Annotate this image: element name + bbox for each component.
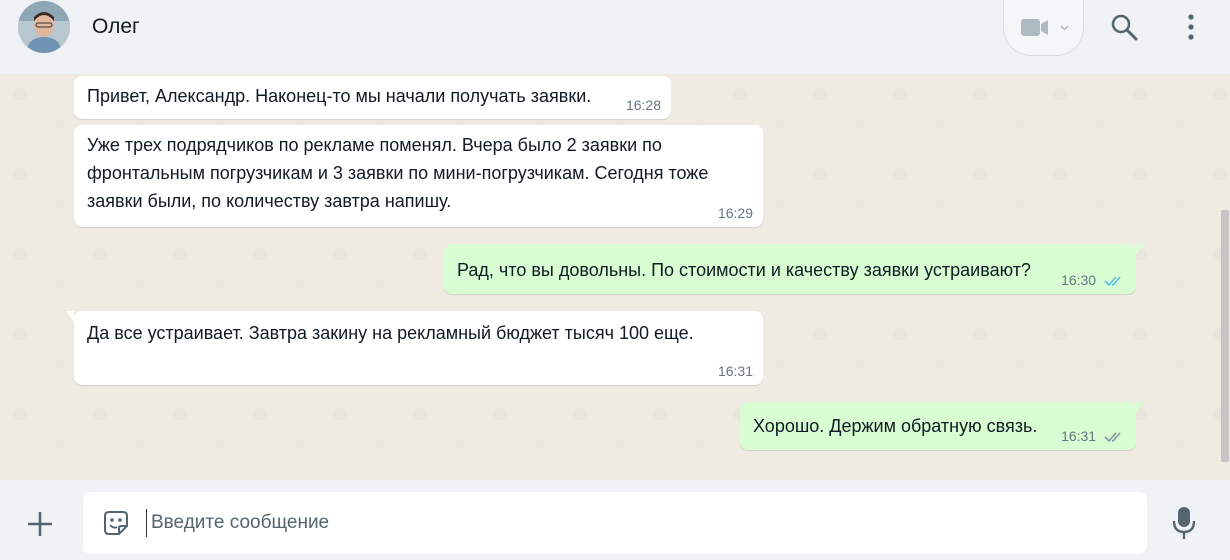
menu-button[interactable] [1182, 12, 1200, 42]
scrollbar[interactable] [1221, 210, 1229, 462]
avatar-photo [18, 1, 70, 53]
composer-bar [0, 480, 1230, 560]
plus-icon [28, 512, 52, 536]
bubble-tail [1136, 402, 1144, 413]
search-button[interactable] [1109, 12, 1139, 42]
message-time: 16:28 [625, 97, 661, 113]
message-time: 16:29 [717, 205, 753, 221]
video-camera-icon [1021, 19, 1048, 36]
sticker-icon [104, 511, 128, 535]
message-meta: 16:30 [1061, 272, 1126, 288]
message-text: Рад, что вы довольны. По стоимости и кач… [457, 260, 1031, 280]
bubble-tail [66, 311, 74, 322]
attach-button[interactable] [26, 510, 54, 538]
avatar[interactable] [18, 1, 70, 53]
message-list[interactable]: Привет, Александр. Наконец-то мы начали … [0, 74, 1230, 480]
read-ticks-icon [1104, 276, 1121, 287]
message-time: 16:31 [1061, 428, 1097, 444]
chat-header: Олег [0, 0, 1230, 74]
sticker-button[interactable] [101, 508, 131, 538]
message-input[interactable] [151, 502, 1131, 544]
text-cursor [146, 509, 147, 537]
message-time: 16:31 [717, 363, 753, 379]
contact-name[interactable]: Олег [92, 15, 140, 39]
message-bubble-incoming[interactable]: Уже трех подрядчиков по рекламе поменял.… [74, 125, 763, 227]
message-text: Привет, Александр. Наконец-то мы начали … [87, 86, 592, 106]
message-bubble-outgoing[interactable]: Рад, что вы довольны. По стоимости и кач… [444, 244, 1144, 294]
message-input-box[interactable] [83, 492, 1147, 554]
menu-dots-icon [1188, 14, 1194, 40]
message-bubble-incoming[interactable]: Да все устраивает. Завтра закину на рекл… [66, 311, 763, 385]
message-bubble-incoming[interactable]: Привет, Александр. Наконец-то мы начали … [74, 76, 671, 119]
chevron-down-icon [1060, 25, 1069, 31]
message-time: 16:30 [1061, 272, 1097, 288]
microphone-icon [1172, 507, 1196, 539]
voice-message-button[interactable] [1172, 506, 1196, 540]
message-bubble-outgoing[interactable]: Хорошо. Держим обратную связь. 16:31 [740, 402, 1144, 450]
video-call-button[interactable] [1003, 0, 1084, 56]
message-text: Да все устраивает. Завтра закину на рекл… [87, 323, 694, 343]
delivered-ticks-icon [1104, 432, 1121, 443]
search-icon [1111, 14, 1138, 41]
message-meta: 16:31 [1061, 428, 1126, 444]
bubble-tail [1136, 244, 1144, 255]
message-text: Уже трех подрядчиков по рекламе поменял.… [87, 135, 709, 211]
